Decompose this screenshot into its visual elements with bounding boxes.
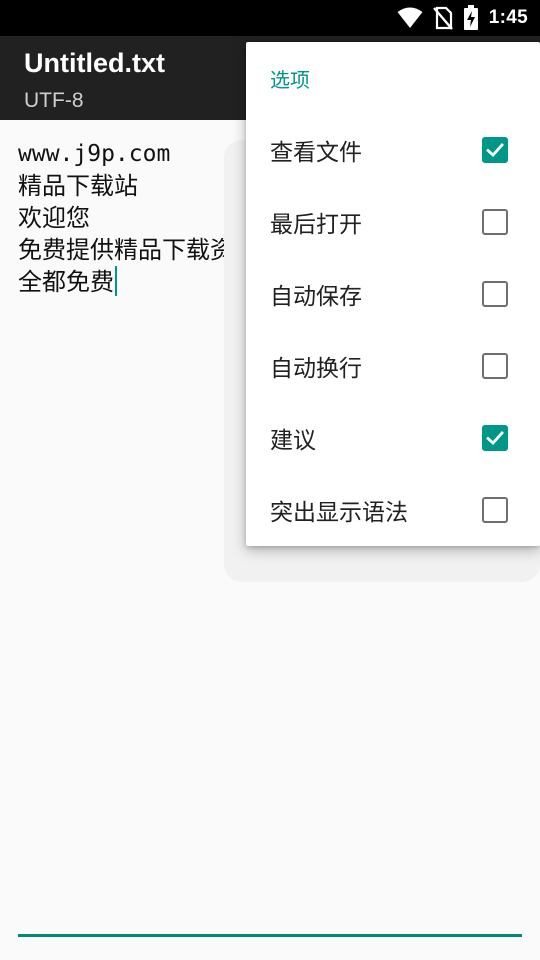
menu-item-label: 查看文件 (270, 140, 362, 166)
status-bar: 1:45 (0, 0, 540, 36)
checkbox[interactable] (482, 281, 508, 307)
status-time: 1:45 (488, 7, 528, 28)
options-menu: 选项 查看文件 最后打开 自动保存 自动换行 建议 突出显示语法 (246, 42, 540, 546)
document-title: Untitled.txt (24, 48, 165, 78)
menu-item-label: 最后打开 (270, 212, 362, 238)
menu-item-label: 建议 (270, 428, 316, 454)
checkbox[interactable] (482, 137, 508, 163)
battery-charging-icon (463, 5, 479, 31)
checkbox[interactable] (482, 209, 508, 235)
menu-header: 选项 (270, 68, 310, 92)
menu-item-label: 自动换行 (270, 356, 362, 382)
editor-underline (18, 934, 522, 937)
menu-item-label: 突出显示语法 (270, 500, 408, 526)
wifi-icon (397, 7, 423, 29)
checkbox[interactable] (482, 353, 508, 379)
menu-item-label: 自动保存 (270, 284, 362, 310)
checkbox[interactable] (482, 425, 508, 451)
encoding-label: UTF-8 (24, 89, 84, 112)
menu-item-word-wrap[interactable]: 自动换行 (246, 330, 540, 402)
checkbox[interactable] (482, 497, 508, 523)
menu-item-suggestions[interactable]: 建议 (246, 402, 540, 474)
menu-item-view-file[interactable]: 查看文件 (246, 114, 540, 186)
menu-item-syntax-highlight[interactable]: 突出显示语法 (246, 474, 540, 546)
text-cursor (115, 266, 117, 296)
menu-item-open-last[interactable]: 最后打开 (246, 186, 540, 258)
editor-line: 全都免费 (18, 268, 114, 296)
menu-item-auto-save[interactable]: 自动保存 (246, 258, 540, 330)
checkmark-icon (486, 143, 504, 157)
no-sim-icon (432, 6, 453, 30)
checkmark-icon (486, 431, 504, 445)
